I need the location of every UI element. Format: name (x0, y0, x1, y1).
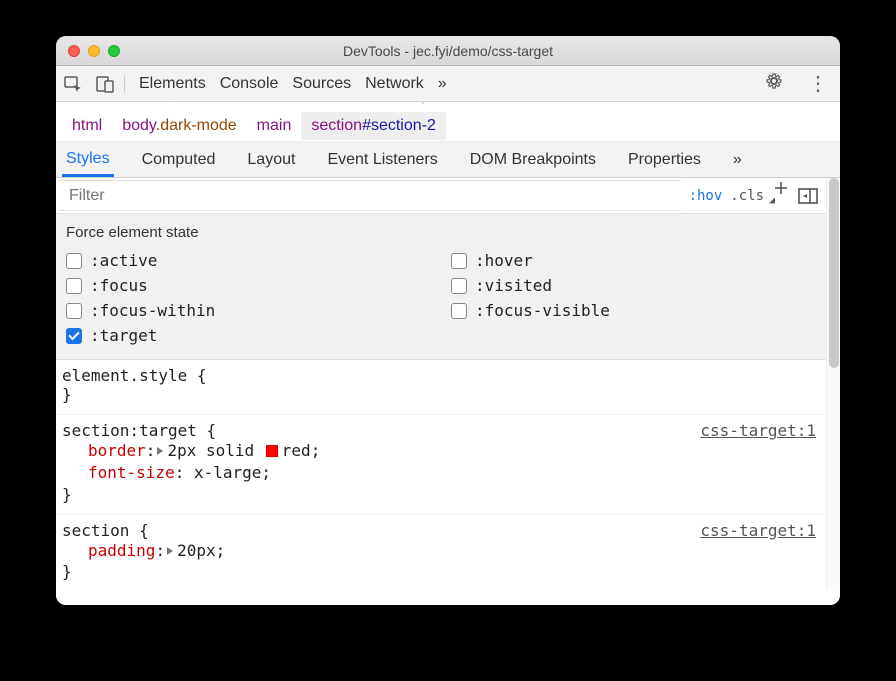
window-title: DevTools - jec.fyi/demo/css-target (56, 43, 840, 59)
force-active[interactable]: :active (66, 251, 431, 270)
declaration-padding[interactable]: padding:20px; (62, 540, 816, 562)
inspect-icon[interactable] (64, 75, 82, 93)
force-focus-visible[interactable]: :focus-visible (451, 301, 816, 320)
rule-section-target[interactable]: css-target:1 section:target { border:2px… (56, 415, 826, 515)
tab-network[interactable]: Network (365, 75, 424, 93)
crumb-main[interactable]: main (247, 112, 302, 140)
filter-input[interactable] (59, 180, 681, 211)
stab-styles[interactable]: Styles (62, 144, 114, 177)
dom-source-strip: ▼<section id="section-2"> == $0 (56, 102, 840, 110)
device-toggle-icon[interactable] (96, 75, 114, 93)
main-toolbar: Elements Console Sources Network » ⋮ (56, 66, 840, 102)
crumb-section[interactable]: section#section-2 (301, 112, 446, 140)
force-visited[interactable]: :visited (451, 276, 816, 295)
rule-source-link[interactable]: css-target:1 (700, 521, 816, 540)
rule-selector[interactable]: section (62, 521, 129, 540)
tab-console[interactable]: Console (220, 75, 279, 93)
devtools-window: DevTools - jec.fyi/demo/css-target Eleme… (56, 36, 840, 605)
scrollbar[interactable] (826, 178, 840, 591)
stab-layout[interactable]: Layout (243, 145, 299, 175)
stab-event-listeners[interactable]: Event Listeners (323, 145, 441, 175)
force-hover[interactable]: :hover (451, 251, 816, 270)
declaration-border[interactable]: border:2px solid red; (62, 440, 816, 462)
tab-elements[interactable]: Elements (139, 75, 206, 93)
kebab-icon[interactable]: ⋮ (804, 71, 832, 96)
tab-sources[interactable]: Sources (292, 75, 351, 93)
rule-element-style[interactable]: element.style { } (56, 360, 826, 415)
rule-source-link[interactable]: css-target:1 (700, 421, 816, 440)
rule-selector[interactable]: section:target (62, 421, 197, 440)
stab-properties[interactable]: Properties (624, 145, 705, 175)
toggle-pane-icon[interactable] (798, 188, 818, 204)
hov-toggle[interactable]: :hov (689, 188, 723, 204)
scrollbar-thumb[interactable] (829, 178, 839, 368)
expand-shorthand-icon[interactable] (157, 447, 163, 455)
crumb-body[interactable]: body.dark-mode (112, 112, 246, 140)
cls-toggle[interactable]: .cls (730, 188, 764, 204)
crumb-html[interactable]: html (62, 112, 112, 140)
force-state-title: Force element state (66, 224, 816, 241)
tabs-overflow[interactable]: » (438, 75, 447, 93)
force-state-panel: Force element state :active :hover :focu… (56, 214, 826, 360)
force-focus-within[interactable]: :focus-within (66, 301, 431, 320)
styles-filter-row: :hov .cls ◢ (56, 178, 826, 214)
stab-computed[interactable]: Computed (138, 145, 220, 175)
declaration-font-size[interactable]: font-size: x-large; (62, 462, 816, 484)
new-style-rule-icon[interactable]: ◢ (772, 179, 790, 213)
rule-section[interactable]: css-target:1 section { padding:20px; } (56, 515, 826, 591)
titlebar: DevTools - jec.fyi/demo/css-target (56, 36, 840, 66)
stab-dom-breakpoints[interactable]: DOM Breakpoints (466, 145, 600, 175)
gear-icon[interactable] (764, 71, 784, 96)
force-target[interactable]: :target (66, 326, 431, 345)
styles-tabbar: Styles Computed Layout Event Listeners D… (56, 142, 840, 178)
rule-selector[interactable]: element.style (62, 366, 187, 385)
color-swatch-icon[interactable] (266, 445, 278, 457)
stabs-overflow[interactable]: » (729, 145, 746, 175)
expand-shorthand-icon[interactable] (167, 547, 173, 555)
breadcrumb: html body.dark-mode main section#section… (56, 110, 840, 142)
force-focus[interactable]: :focus (66, 276, 431, 295)
